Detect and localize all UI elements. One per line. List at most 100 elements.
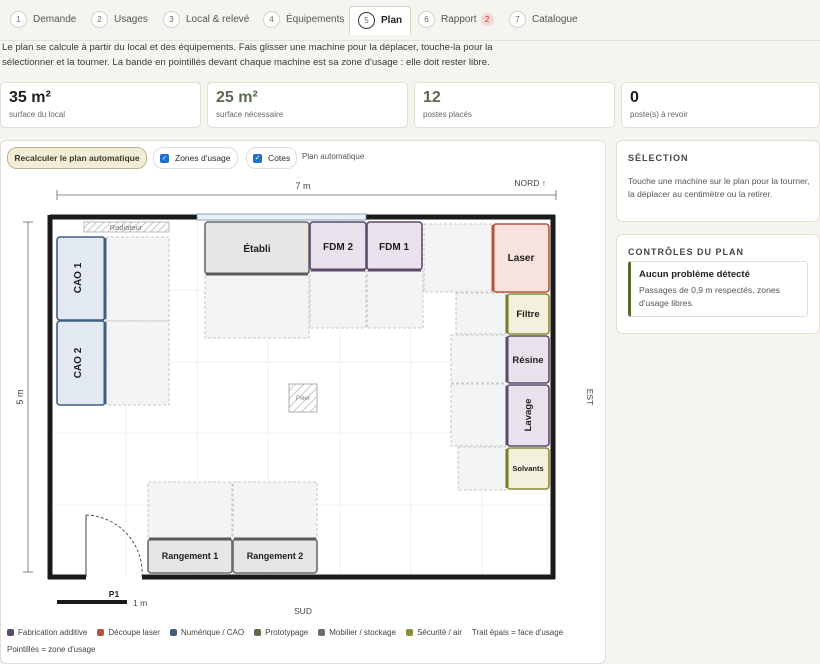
- machine-etabli[interactable]: Établi: [204, 221, 310, 276]
- tab-number: 5: [358, 12, 375, 29]
- legend-note-zones: Pointillés = zone d'usage: [7, 645, 96, 654]
- tab-label: Rapport: [441, 14, 477, 25]
- checkbox-checked-icon[interactable]: ✓: [160, 153, 169, 163]
- scale-bar: [57, 600, 127, 604]
- floor-plan[interactable]: 7 m NORD ↑ 5 m EST SUD Radiateur Pilier …: [0, 170, 604, 622]
- door-label: P1: [109, 589, 120, 599]
- machine-cao-1[interactable]: CAO 1: [56, 236, 107, 321]
- stat-value: 35 m²: [9, 89, 51, 106]
- tab-usages[interactable]: 2 Usages: [91, 6, 148, 33]
- radiator: Radiateur: [83, 221, 170, 233]
- tab-number: 7: [509, 11, 526, 28]
- machine-cao-2[interactable]: CAO 2: [56, 320, 107, 406]
- machine-label: FDM 2: [323, 242, 353, 253]
- legend-item: Numérique / CAO: [169, 628, 245, 637]
- tab-number: 1: [10, 11, 27, 28]
- stat-card-surface-necessaire: 25 m² surface nécessaire: [207, 82, 408, 128]
- stat-value: 12: [423, 89, 441, 106]
- storage-rangement-1[interactable]: Rangement 1: [147, 537, 233, 574]
- legend-swatch: [318, 629, 326, 636]
- stat-label: postes placés: [423, 110, 472, 119]
- machine-lavage[interactable]: Lavage: [505, 384, 550, 447]
- stat-label: surface nécessaire: [216, 110, 284, 119]
- machine-filtre[interactable]: Filtre: [505, 293, 550, 335]
- south-label: SUD: [294, 606, 312, 616]
- tab-label: Catalogue: [532, 14, 578, 25]
- legend-item: Fabrication additive: [7, 628, 87, 637]
- legend-label: Sécurité / air: [416, 628, 462, 637]
- plan-controls-panel: CONTRÔLES DU PLAN Aucun problème détecté…: [616, 234, 820, 334]
- tab-rapport[interactable]: 6 Rapport 2: [418, 6, 494, 33]
- stat-card-postes-places: 12 postes placés: [414, 82, 615, 128]
- stat-value: 25 m²: [216, 89, 258, 106]
- plan-legend: Fabrication additive Découpe laser Numér…: [7, 628, 563, 637]
- machine-fdm-2[interactable]: FDM 2: [309, 221, 367, 272]
- stat-card-surface-local: 35 m² surface du local: [0, 82, 201, 128]
- recalculate-button[interactable]: Recalculer le plan automatique: [7, 147, 147, 169]
- auto-plan-label: Plan automatique: [302, 152, 365, 161]
- legend-item: Découpe laser: [97, 628, 160, 637]
- legend-label: Numérique / CAO: [180, 628, 245, 637]
- controls-title: CONTRÔLES DU PLAN: [628, 247, 744, 257]
- scale-label: 1 m: [133, 598, 147, 608]
- machine-label: Résine: [512, 355, 543, 366]
- tab-number: 3: [163, 11, 180, 28]
- tab-label: Équipements: [286, 14, 345, 25]
- zones-label: Zones d'usage: [175, 153, 231, 163]
- width-dimension: 7 m: [56, 181, 557, 200]
- tab-number: 6: [418, 11, 435, 28]
- north-label: NORD ↑: [514, 178, 546, 188]
- stat-label: surface du local: [9, 110, 66, 119]
- tab-equipements[interactable]: 4 Équipements: [263, 6, 344, 33]
- legend-swatch: [254, 629, 262, 636]
- alert-badge: 2: [480, 13, 494, 26]
- cotes-toggle[interactable]: ✓ Cotes: [246, 147, 298, 169]
- storage-rangement-2[interactable]: Rangement 2: [232, 537, 318, 574]
- zones-toggle[interactable]: ✓ Zones d'usage: [153, 147, 238, 169]
- machine-solvants[interactable]: Solvants: [505, 447, 550, 490]
- stat-label: poste(s) à revoir: [630, 110, 688, 119]
- machine-resine[interactable]: Résine: [505, 335, 550, 384]
- machine-laser[interactable]: Laser: [491, 223, 550, 293]
- tab-number: 4: [263, 11, 280, 28]
- machine-label: FDM 1: [379, 242, 409, 253]
- checkbox-checked-icon[interactable]: ✓: [253, 153, 262, 163]
- selection-title: SÉLECTION: [628, 153, 689, 163]
- pillar-label: Pilier: [296, 395, 311, 402]
- tab-number: 2: [91, 11, 108, 28]
- machine-fdm-1[interactable]: FDM 1: [366, 221, 423, 272]
- legend-swatch: [7, 629, 14, 636]
- step-tabs: 1 Demande 2 Usages 3 Local & relevé 4 Équipe…: [0, 0, 820, 41]
- legend-swatch: [405, 629, 413, 636]
- stat-value: 0: [630, 89, 639, 106]
- tab-label: Demande: [33, 14, 77, 25]
- legend-swatch: [169, 629, 177, 636]
- machine-label: CAO 2: [73, 347, 84, 378]
- legend-swatch: [97, 629, 105, 636]
- legend-label: Mobilier / stockage: [329, 628, 396, 637]
- tab-label: Usages: [114, 14, 148, 25]
- machine-label: CAO 1: [73, 262, 84, 293]
- status-detail: Passages de 0,9 m respectés, zones d'usa…: [639, 285, 780, 308]
- legend-item: Sécurité / air: [405, 628, 462, 637]
- tab-label: Local & relevé: [186, 14, 250, 25]
- selection-text: Touche une machine sur le plan pour la t…: [628, 176, 810, 199]
- tab-demande[interactable]: 1 Demande: [10, 6, 76, 33]
- window: [196, 213, 367, 221]
- machine-label: Rangement 2: [247, 551, 304, 561]
- machine-label: Rangement 1: [162, 551, 219, 561]
- height-label: 5 m: [15, 389, 25, 404]
- east-label: EST: [585, 389, 595, 406]
- tab-plan[interactable]: 5 Plan: [349, 6, 412, 35]
- tab-catalogue[interactable]: 7 Catalogue: [509, 6, 578, 33]
- tab-local-releve[interactable]: 3 Local & relevé: [163, 6, 249, 33]
- width-label: 7 m: [295, 181, 310, 191]
- plan-instructions: Le plan se calcule à partir du local et …: [2, 42, 493, 68]
- legend-item: Prototypage: [254, 628, 308, 637]
- height-dimension: 5 m: [15, 221, 33, 573]
- machine-label: Établi: [243, 242, 270, 255]
- machine-label: Filtre: [516, 309, 539, 320]
- legend-label: Fabrication additive: [18, 628, 88, 637]
- pillar: Pilier: [288, 383, 318, 413]
- tab-label: Plan: [381, 15, 403, 26]
